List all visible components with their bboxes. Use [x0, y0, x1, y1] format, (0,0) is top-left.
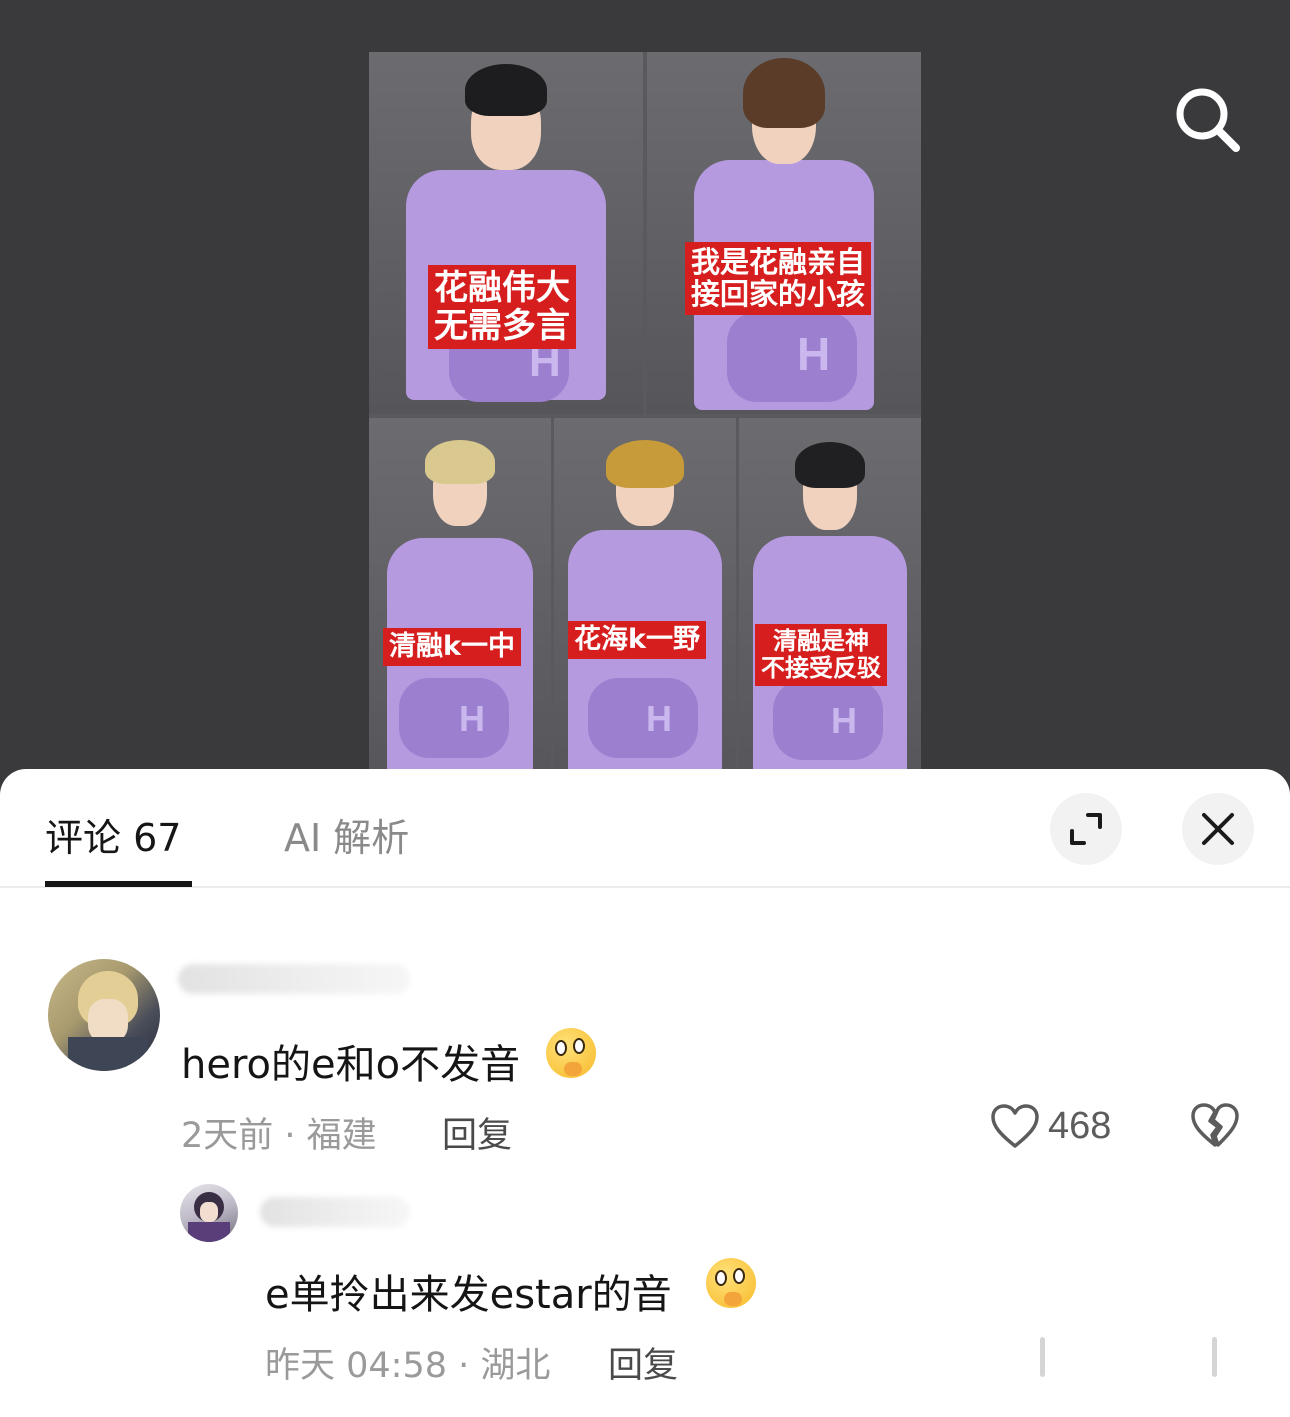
- caption-4-text: 花海k一野: [574, 624, 700, 655]
- heart-icon: [991, 1104, 1039, 1148]
- player-photo-4: H 花海k一野: [554, 418, 736, 792]
- reply-button[interactable]: 回复: [442, 1107, 512, 1158]
- search-icon: [1176, 88, 1240, 152]
- caption-4: 花海k一野: [568, 621, 706, 660]
- comments-sheet: 评论 67 AI 解析 hero的e和o不发音 2天前 · 福建 回复 468 …: [0, 769, 1290, 1417]
- thinking-face-emoji: [706, 1258, 756, 1308]
- comment-text: hero的e和o不发音: [181, 1042, 521, 1088]
- caption-1-line-1: 花融伟大 无需多言: [434, 268, 570, 347]
- caption-5-text: 清融是神 不接受反驳: [761, 627, 881, 682]
- reply-button[interactable]: 回复: [608, 1337, 678, 1388]
- thinking-face-emoji: [546, 1028, 596, 1078]
- video-area[interactable]: H 花融伟大 无需多言 H 我是花融亲自 接回家的小孩 H 清融k一中 H 花海…: [0, 0, 1290, 800]
- avatar[interactable]: [180, 1184, 238, 1242]
- caption-2-text: 我是花融亲自 接回家的小孩: [691, 245, 866, 312]
- caption-5: 清融是神 不接受反驳: [755, 624, 887, 686]
- broken-heart-icon: [1191, 1103, 1239, 1147]
- comment-text: e单拎出来发estar的音: [265, 1272, 672, 1318]
- username-blurred[interactable]: [178, 964, 410, 994]
- caption-2: 我是花融亲自 接回家的小孩: [685, 242, 872, 315]
- scroll-indicator: [1212, 1337, 1217, 1377]
- like-button[interactable]: 468: [990, 1101, 1130, 1153]
- comment-meta: 2天前 · 福建: [181, 1116, 377, 1156]
- like-count: 468: [1048, 1105, 1112, 1147]
- scroll-indicator: [1040, 1337, 1045, 1377]
- caption-1: 花融伟大 无需多言: [428, 265, 576, 350]
- player-photo-1: H 花融伟大 无需多言: [369, 52, 643, 414]
- comment-reply-item-1: e单拎出来发estar的音 昨天 04:58 · 湖北 回复: [0, 1169, 1290, 1417]
- caption-3: 清融k一中: [383, 628, 521, 667]
- dislike-button[interactable]: [1190, 1103, 1240, 1151]
- username-blurred[interactable]: [260, 1197, 410, 1227]
- comment-item-1: hero的e和o不发音 2天前 · 福建 回复 468: [0, 769, 1290, 1169]
- player-photo-2: H 我是花融亲自 接回家的小孩: [647, 52, 921, 414]
- search-button[interactable]: [1172, 84, 1242, 154]
- caption-3-text: 清融k一中: [389, 631, 515, 662]
- player-photo-5: H 清融是神 不接受反驳: [739, 418, 921, 792]
- avatar[interactable]: [48, 959, 160, 1071]
- image-collage: H 花融伟大 无需多言 H 我是花融亲自 接回家的小孩 H 清融k一中 H 花海…: [369, 52, 921, 792]
- player-photo-3: H 清融k一中: [369, 418, 551, 792]
- comment-meta: 昨天 04:58 · 湖北: [265, 1346, 551, 1386]
